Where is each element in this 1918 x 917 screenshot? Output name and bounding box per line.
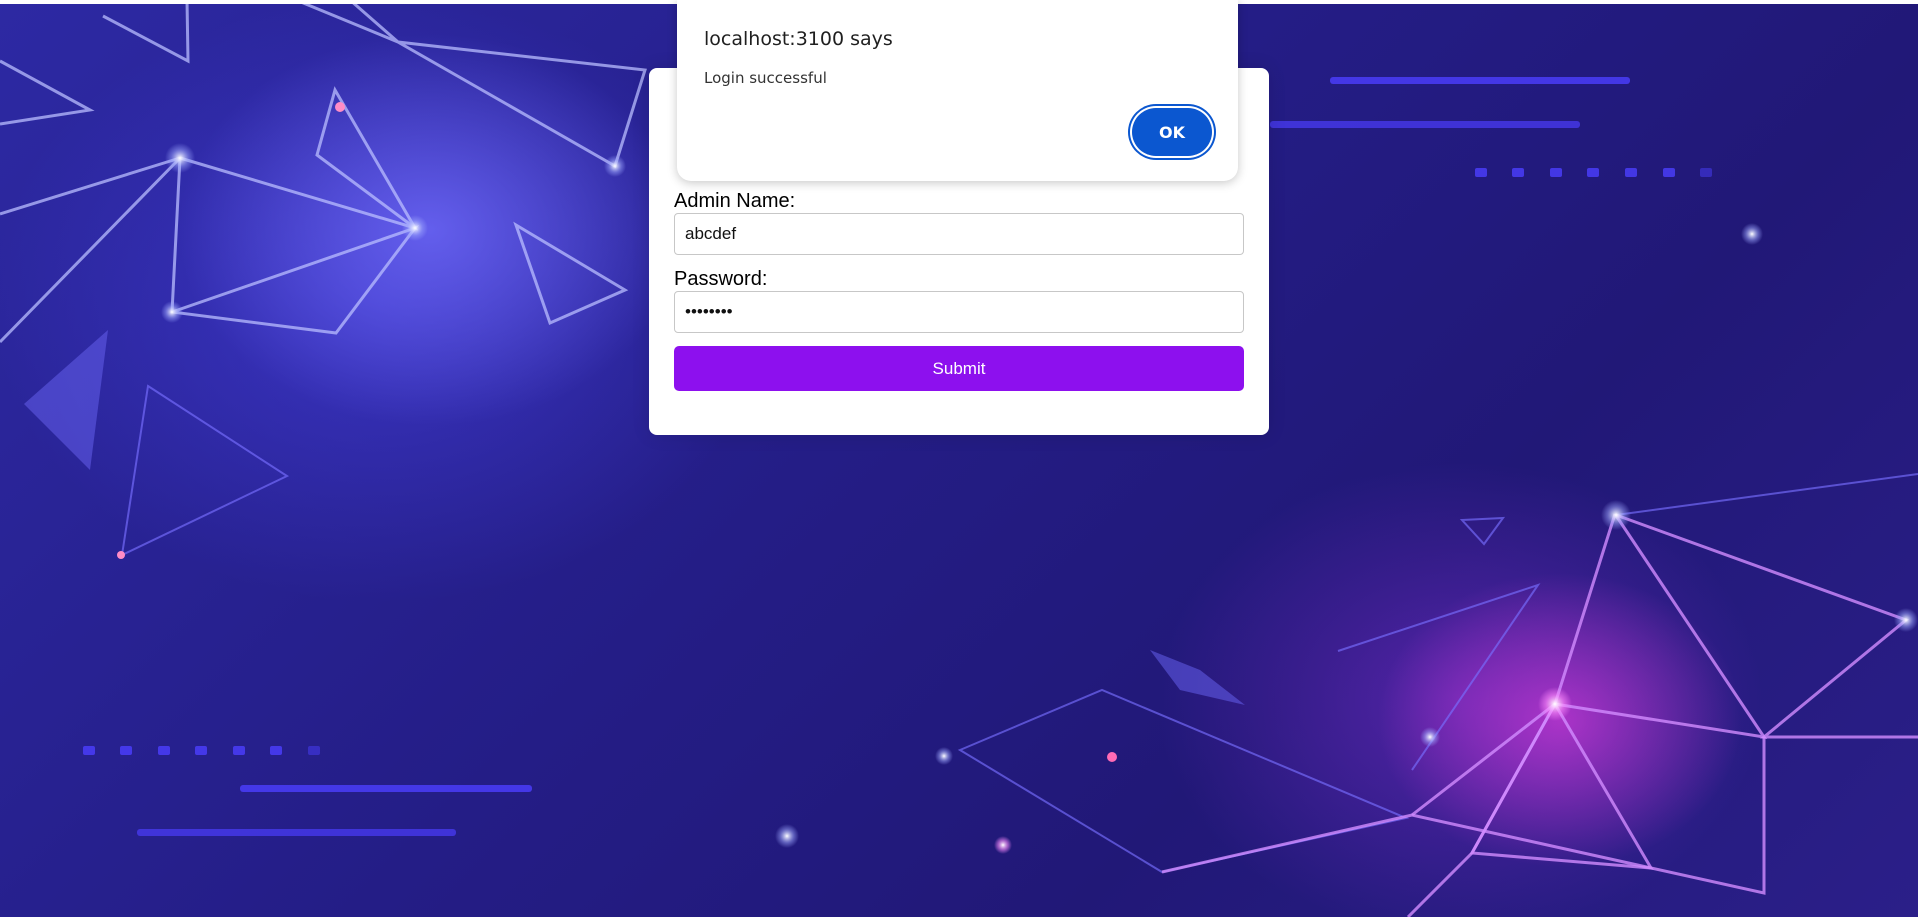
password-label: Password: bbox=[674, 268, 768, 290]
app-window: Admin Name: Password: Submit localhost:3… bbox=[0, 0, 1918, 917]
dialog-message: Login successful bbox=[704, 69, 827, 87]
dialog-title: localhost:3100 says bbox=[704, 28, 893, 50]
browser-alert-dialog: localhost:3100 says Login successful OK bbox=[677, 0, 1238, 181]
password-input[interactable] bbox=[674, 291, 1244, 333]
dialog-ok-button[interactable]: OK bbox=[1132, 108, 1212, 156]
submit-button[interactable]: Submit bbox=[674, 346, 1244, 391]
admin-name-input[interactable] bbox=[674, 213, 1244, 255]
admin-name-label: Admin Name: bbox=[674, 190, 796, 212]
